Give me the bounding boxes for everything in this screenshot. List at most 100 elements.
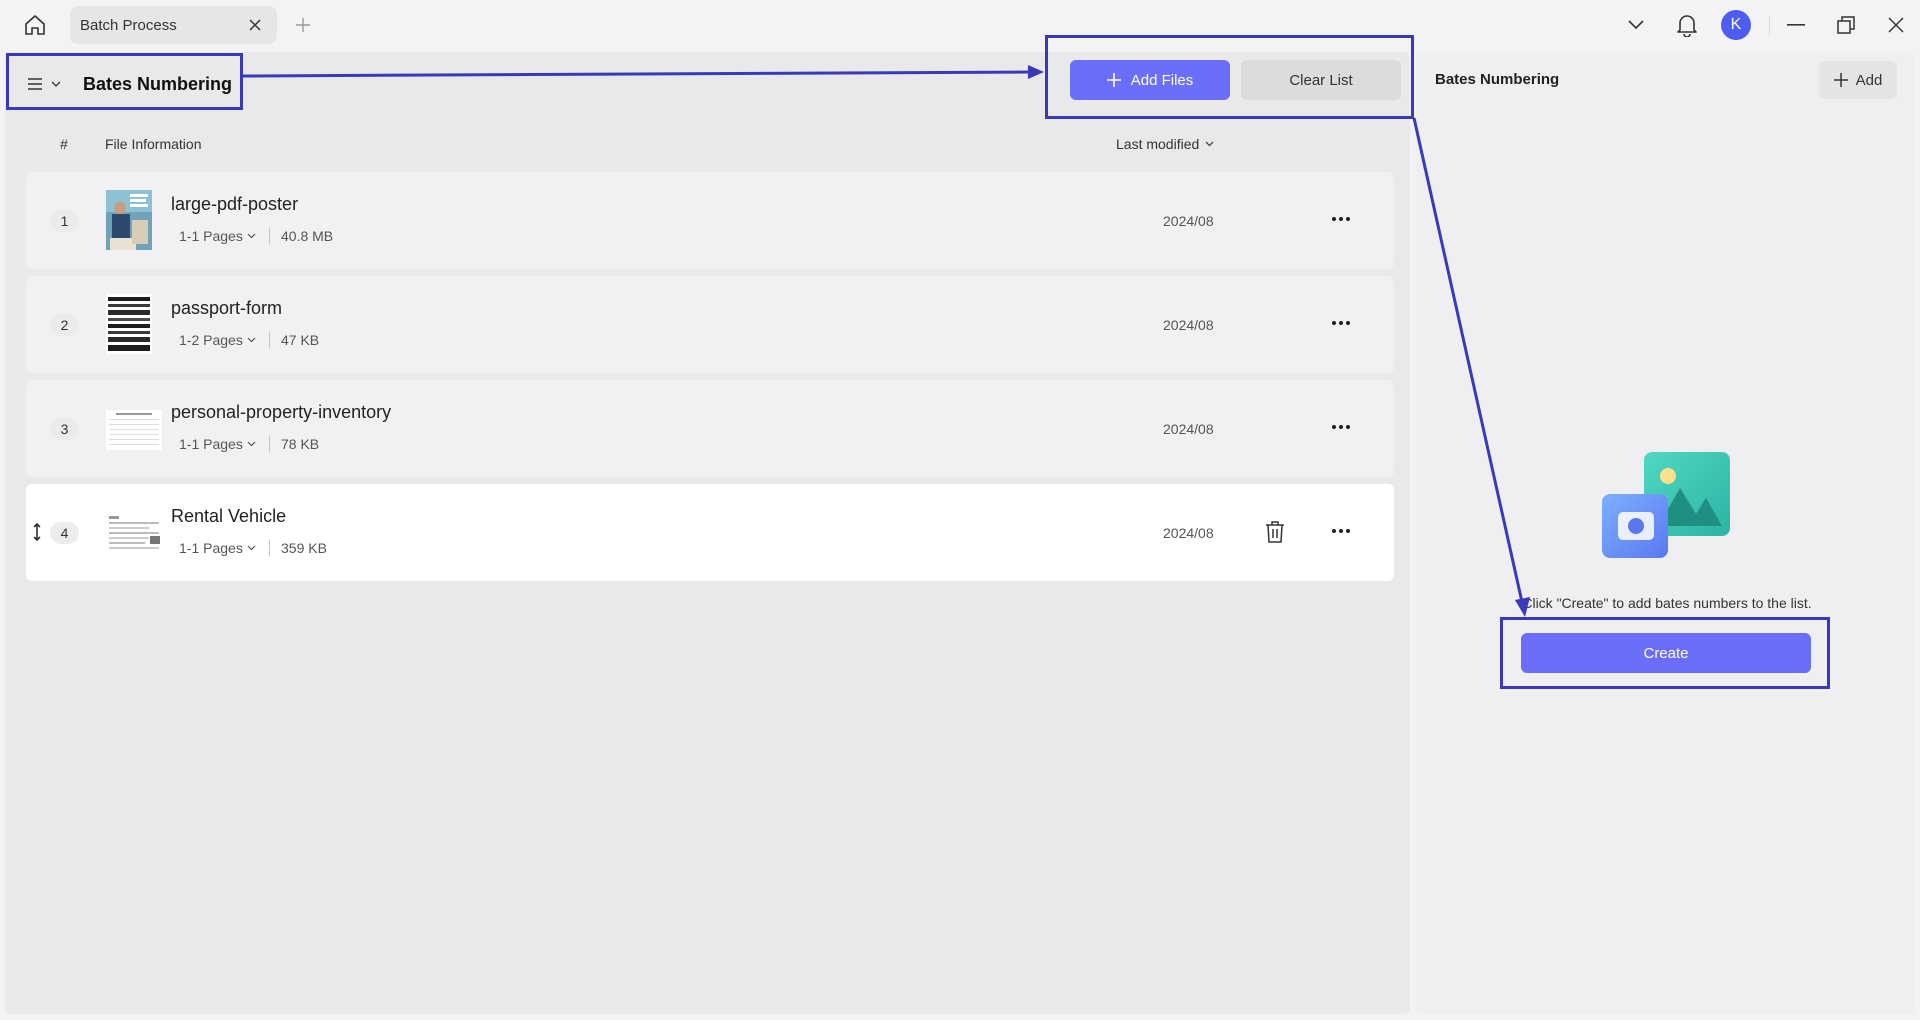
chevron-down-icon: [247, 337, 256, 343]
dot: [1346, 217, 1350, 221]
menu-icon: [28, 78, 42, 90]
table-row[interactable]: 4 Rental Vehicle 1-1 Pages 359 KB 2024/0…: [26, 484, 1394, 581]
column-header-number: #: [60, 136, 68, 152]
page-title: Bates Numbering: [83, 73, 233, 94]
file-size: 40.8 MB: [281, 228, 334, 244]
more-options-button[interactable]: [1328, 208, 1354, 230]
delete-button[interactable]: [1263, 518, 1287, 546]
restore-icon: [1837, 16, 1855, 34]
file-date: 2024/08: [1163, 421, 1214, 437]
page-range-dropdown[interactable]: 1-1 Pages: [179, 436, 256, 452]
column-header-file-information: File Information: [105, 136, 202, 152]
user-avatar-button[interactable]: K: [1719, 8, 1753, 42]
file-name: personal-property-inventory: [171, 402, 392, 422]
chevron-down-icon: [247, 441, 256, 447]
page-range-dropdown[interactable]: 1-1 Pages: [179, 540, 256, 556]
sort-last-modified[interactable]: Last modified: [1116, 136, 1214, 152]
dropdown-button[interactable]: [1619, 8, 1653, 42]
row-number: 3: [50, 418, 79, 440]
chevron-down-icon: [1628, 20, 1644, 30]
file-size: 78 KB: [281, 436, 320, 452]
close-icon: [249, 19, 261, 31]
dot: [1339, 217, 1343, 221]
more-options-button[interactable]: [1328, 416, 1354, 438]
create-label: Create: [1643, 644, 1689, 662]
empty-state-hint: Click "Create" to add bates numbers to t…: [1522, 595, 1812, 611]
plus-icon: [1106, 73, 1121, 87]
chevron-down-icon: [1205, 141, 1214, 147]
file-name: passport-form: [171, 298, 283, 318]
file-thumbnail: [106, 514, 162, 554]
table-row[interactable]: 1 large-pdf-poster 1-1 Pages 40.8 MB 202…: [26, 172, 1394, 269]
home-button[interactable]: [20, 11, 50, 39]
divider: [269, 332, 270, 348]
more-options-button[interactable]: [1328, 312, 1354, 334]
dot: [1346, 529, 1350, 533]
restore-button[interactable]: [1829, 8, 1863, 42]
empty-state-illustration: [1602, 452, 1730, 558]
create-button[interactable]: Create: [1521, 633, 1811, 673]
plus-icon: [296, 18, 310, 32]
divider: [269, 436, 270, 452]
file-date: 2024/08: [1163, 525, 1214, 541]
drag-handle[interactable]: [30, 521, 44, 543]
avatar: K: [1721, 10, 1751, 40]
file-list: 1 large-pdf-poster 1-1 Pages 40.8 MB 202…: [26, 172, 1394, 588]
file-date: 2024/08: [1163, 213, 1214, 229]
reorder-arrows-icon: [33, 523, 41, 541]
tab-close-button[interactable]: [247, 17, 263, 33]
row-number: 4: [50, 522, 79, 544]
dot: [1332, 217, 1336, 221]
dot: [1339, 321, 1343, 325]
table-row[interactable]: 2 passport-form 1-2 Pages 47 KB 2024/08: [26, 276, 1394, 373]
row-number: 1: [50, 210, 79, 232]
page-range-label: 1-1 Pages: [179, 540, 243, 556]
chevron-down-icon: [51, 81, 61, 87]
window-close-button[interactable]: [1879, 8, 1913, 42]
page-range-dropdown[interactable]: 1-2 Pages: [179, 332, 256, 348]
page-range-label: 1-2 Pages: [179, 332, 243, 348]
column-header-last-modified: Last modified: [1116, 136, 1200, 152]
chevron-down-icon: [247, 233, 256, 239]
trash-icon: [1266, 521, 1284, 543]
title-bar: Batch Process K: [0, 0, 1920, 50]
clear-list-label: Clear List: [1289, 71, 1353, 89]
titlebar-divider: [1769, 17, 1770, 35]
tab-batch-process[interactable]: Batch Process: [70, 6, 277, 44]
window-close-icon: [1888, 17, 1904, 33]
minimize-button[interactable]: [1779, 8, 1813, 42]
dot: [1339, 425, 1343, 429]
row-number: 2: [50, 314, 79, 336]
add-label: Add: [1855, 71, 1883, 89]
clear-list-button[interactable]: Clear List: [1241, 60, 1401, 100]
more-options-button[interactable]: [1328, 520, 1354, 542]
file-thumbnail: [106, 410, 162, 450]
section-header[interactable]: Bates Numbering: [15, 60, 232, 108]
add-template-button[interactable]: Add: [1819, 61, 1897, 99]
plus-icon: [1833, 73, 1848, 87]
home-icon: [25, 15, 45, 35]
page-range-label: 1-1 Pages: [179, 228, 243, 244]
new-tab-button[interactable]: [292, 14, 314, 36]
file-date: 2024/08: [1163, 317, 1214, 333]
dot: [1346, 425, 1350, 429]
side-panel-title: Bates Numbering: [1435, 71, 1560, 88]
page-range-dropdown[interactable]: 1-1 Pages: [179, 228, 256, 244]
dot: [1339, 529, 1343, 533]
file-name: Rental Vehicle: [171, 506, 287, 526]
minimize-icon: [1787, 24, 1805, 26]
add-files-button[interactable]: Add Files: [1070, 60, 1230, 100]
add-files-label: Add Files: [1130, 71, 1194, 89]
table-row[interactable]: 3 personal-property-inventory 1-1 Pages …: [26, 380, 1394, 477]
dot: [1332, 425, 1336, 429]
notifications-button[interactable]: [1670, 8, 1704, 42]
tab-label: Batch Process: [80, 16, 177, 34]
dot: [1346, 321, 1350, 325]
page-range-label: 1-1 Pages: [179, 436, 243, 452]
bates-settings-panel: Bates Numbering Add Click "Create" to ad…: [1416, 52, 1915, 1014]
chevron-down-icon: [247, 545, 256, 551]
divider: [269, 540, 270, 556]
dot: [1332, 529, 1336, 533]
divider: [269, 228, 270, 244]
file-size: 359 KB: [281, 540, 327, 556]
